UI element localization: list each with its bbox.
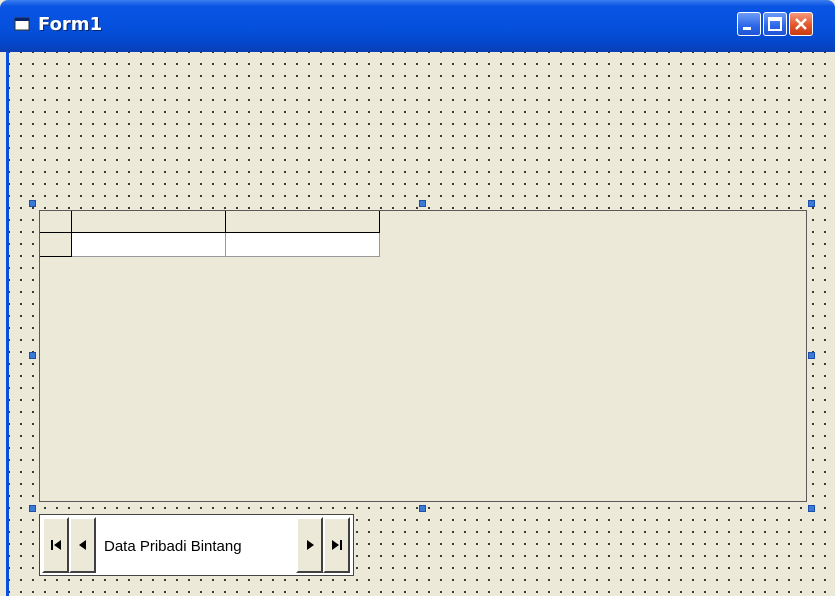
form-icon[interactable] xyxy=(14,16,30,32)
resize-handle-top[interactable] xyxy=(419,200,426,207)
vb-form-window: Form1 Data Pribadi Bintang xyxy=(0,0,835,596)
close-icon xyxy=(795,18,807,30)
resize-handle-top-right[interactable] xyxy=(808,200,815,207)
grid-cell[interactable] xyxy=(72,233,226,257)
resize-handle-bottom[interactable] xyxy=(419,505,426,512)
resize-handle-right[interactable] xyxy=(808,352,815,359)
grid-cell[interactable] xyxy=(226,233,380,257)
previous-record-icon xyxy=(78,540,86,550)
maximize-icon xyxy=(768,17,782,31)
last-record-icon xyxy=(331,540,342,550)
resize-handle-left[interactable] xyxy=(29,352,36,359)
previous-record-button[interactable] xyxy=(69,517,96,573)
next-record-button[interactable] xyxy=(296,517,323,573)
grid-column-header-1[interactable] xyxy=(72,211,226,233)
resize-handle-bottom-right[interactable] xyxy=(808,505,815,512)
close-button[interactable] xyxy=(789,12,813,36)
minimize-button[interactable] xyxy=(737,12,761,36)
resize-handle-bottom-left[interactable] xyxy=(29,505,36,512)
grid-corner-cell[interactable] xyxy=(40,211,72,233)
next-record-icon xyxy=(306,540,314,550)
data-control[interactable]: Data Pribadi Bintang xyxy=(39,514,354,576)
resize-handle-top-left[interactable] xyxy=(29,200,36,207)
title-bar[interactable]: Form1 xyxy=(0,0,835,52)
grid-row-header[interactable] xyxy=(40,233,72,257)
window-title: Form1 xyxy=(38,14,103,35)
first-record-button[interactable] xyxy=(42,517,69,573)
datagrid-control[interactable] xyxy=(39,210,807,502)
first-record-icon xyxy=(50,540,61,550)
last-record-button[interactable] xyxy=(323,517,350,573)
minimize-icon xyxy=(743,27,751,30)
data-control-caption: Data Pribadi Bintang xyxy=(104,538,242,555)
maximize-button[interactable] xyxy=(763,12,787,36)
grid-column-header-2[interactable] xyxy=(226,211,380,233)
